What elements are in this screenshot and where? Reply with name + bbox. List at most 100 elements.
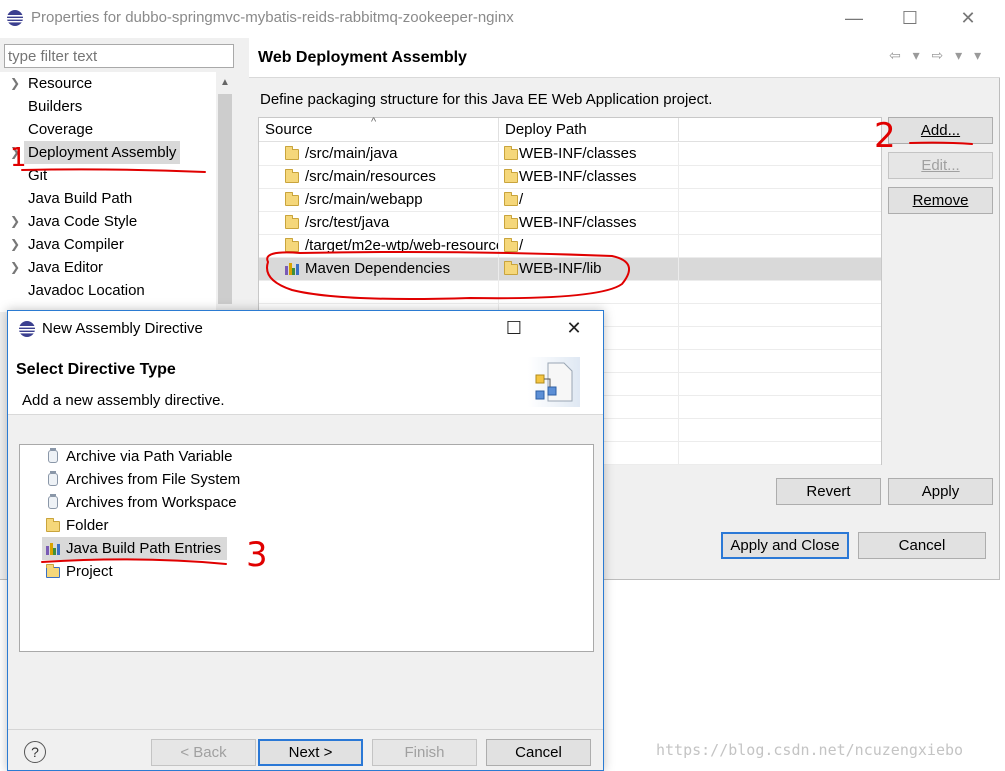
dialog-titlebar: New Assembly Directive ☐ ✕ bbox=[8, 311, 603, 347]
table-row[interactable]: /target/m2e-wtp/web-resources / bbox=[259, 235, 881, 258]
table-row[interactable]: /src/main/java WEB-INF/classes bbox=[259, 143, 881, 166]
eclipse-icon bbox=[7, 10, 23, 26]
tree-item-label: Git bbox=[28, 167, 48, 184]
apply-and-close-button[interactable]: Apply and Close bbox=[721, 532, 849, 559]
finish-button[interactable]: Finish bbox=[372, 739, 477, 766]
chevron-right-icon[interactable]: ❯ bbox=[10, 141, 20, 164]
source-path: Maven Dependencies bbox=[305, 260, 451, 277]
chevron-right-icon[interactable]: ❯ bbox=[10, 256, 20, 279]
deploy-path: WEB-INF/classes bbox=[519, 145, 637, 162]
new-assembly-directive-dialog: New Assembly Directive ☐ ✕ Select Direct… bbox=[7, 310, 604, 771]
folder-icon bbox=[46, 518, 60, 532]
filter-input[interactable] bbox=[4, 44, 234, 68]
tree-item-label: Deployment Assembly bbox=[24, 141, 181, 164]
remove-button[interactable]: Remove bbox=[888, 187, 993, 214]
tree-item[interactable]: ❯ Java Compiler bbox=[0, 233, 216, 256]
table-row[interactable]: /src/main/resources WEB-INF/classes bbox=[259, 166, 881, 189]
dialog-cancel-button[interactable]: Cancel bbox=[486, 739, 591, 766]
tree-item[interactable]: ❯ Java Editor bbox=[0, 256, 216, 279]
source-cell: /src/test/java bbox=[259, 212, 499, 235]
column-header-label: Source bbox=[265, 121, 313, 138]
chevron-right-icon[interactable]: ❯ bbox=[10, 72, 20, 95]
next-button[interactable]: Next > bbox=[258, 739, 363, 766]
tree-item-label: Java Compiler bbox=[28, 236, 124, 253]
dialog-separator bbox=[8, 729, 603, 730]
source-cell: /src/main/java bbox=[259, 143, 499, 166]
properties-titlebar: Properties for dubbo-springmvc-mybatis-r… bbox=[0, 0, 1000, 38]
table-row[interactable]: /src/test/java WEB-INF/classes bbox=[259, 212, 881, 235]
folder-icon bbox=[285, 169, 299, 183]
revert-button[interactable]: Revert bbox=[776, 478, 881, 505]
deploy-path: WEB-INF/classes bbox=[519, 168, 637, 185]
dialog-maximize-button[interactable]: ☐ bbox=[494, 316, 534, 342]
directive-type-item[interactable]: Archives from File System bbox=[42, 468, 246, 491]
directive-type-label: Archive via Path Variable bbox=[66, 448, 233, 465]
chevron-right-icon[interactable]: ❯ bbox=[10, 210, 20, 233]
minimize-button[interactable]: — bbox=[834, 6, 874, 32]
directive-type-label: Archives from Workspace bbox=[66, 494, 237, 511]
item-icon-slot bbox=[46, 471, 60, 487]
revert-button-label: Revert bbox=[806, 483, 851, 500]
edit-button[interactable]: Edit... bbox=[888, 152, 993, 179]
dialog-close-button[interactable]: ✕ bbox=[554, 316, 594, 342]
column-header-deploy-path[interactable]: Deploy Path bbox=[499, 118, 679, 142]
folder-icon bbox=[285, 215, 299, 229]
tree-item[interactable]: Git bbox=[0, 164, 216, 187]
tree-item[interactable]: Java Build Path bbox=[0, 187, 216, 210]
empty-cell bbox=[259, 281, 499, 304]
item-icon-slot bbox=[46, 542, 60, 556]
directive-type-item[interactable]: Project bbox=[42, 560, 119, 583]
chevron-right-icon[interactable]: ❯ bbox=[10, 233, 20, 256]
tree-item[interactable]: ❯ Deployment Assembly bbox=[0, 141, 216, 164]
page-description: Define packaging structure for this Java… bbox=[260, 91, 713, 108]
directive-type-item[interactable]: Archives from Workspace bbox=[42, 491, 243, 514]
tree-item-label: Java Code Style bbox=[28, 213, 138, 230]
directive-type-list: Archive via Path Variable Archives from F… bbox=[19, 444, 594, 652]
help-icon[interactable]: ? bbox=[24, 741, 46, 763]
tree-item[interactable]: Coverage bbox=[0, 118, 216, 141]
dialog-heading: Select Directive Type bbox=[16, 361, 176, 378]
source-cell: /target/m2e-wtp/web-resources bbox=[259, 235, 499, 258]
directive-type-item[interactable]: Java Build Path Entries bbox=[42, 537, 227, 560]
directive-type-label: Java Build Path Entries bbox=[66, 540, 222, 557]
directive-type-item[interactable]: Folder bbox=[42, 514, 115, 537]
empty-cell bbox=[499, 281, 679, 304]
tree-item[interactable]: Builders bbox=[0, 95, 216, 118]
next-button-label: Next > bbox=[288, 744, 333, 761]
dialog-title: New Assembly Directive bbox=[42, 320, 203, 337]
history-nav-icon[interactable]: ⇦ ▾ ⇨ ▾ ▾ bbox=[889, 47, 985, 64]
item-icon-slot bbox=[46, 518, 60, 533]
jar-icon bbox=[48, 494, 58, 509]
maximize-button[interactable]: ☐ bbox=[890, 6, 930, 32]
cancel-button[interactable]: Cancel bbox=[858, 532, 986, 559]
table-row[interactable]: /src/main/webapp / bbox=[259, 189, 881, 212]
property-page-tree: ❯ Resource Builders Coverage ❯ Deployment Ass… bbox=[0, 72, 234, 312]
eclipse-icon bbox=[19, 321, 35, 337]
tree-item[interactable]: ❯ Resource bbox=[0, 72, 216, 95]
folder-icon bbox=[504, 169, 518, 183]
tree-item[interactable]: Javadoc Location bbox=[0, 279, 216, 302]
directive-type-label: Project bbox=[66, 563, 113, 580]
deploy-path-cell: / bbox=[499, 235, 679, 258]
column-header-source[interactable]: Source ^ bbox=[259, 116, 499, 142]
directive-type-item[interactable]: Archive via Path Variable bbox=[42, 445, 238, 468]
directive-type-label: Archives from File System bbox=[66, 471, 241, 488]
tree-scrollbar[interactable]: ▲ bbox=[216, 72, 234, 312]
window-title: Properties for dubbo-springmvc-mybatis-r… bbox=[31, 9, 514, 26]
tree-item-label: Javadoc Location bbox=[28, 282, 145, 299]
empty-row bbox=[259, 281, 881, 304]
back-button-label: < Back bbox=[180, 744, 227, 761]
add-button[interactable]: Add... bbox=[888, 117, 993, 144]
deploy-path-cell: WEB-INF/classes bbox=[499, 212, 679, 235]
scroll-up-arrow-icon[interactable]: ▲ bbox=[216, 72, 234, 92]
finish-button-label: Finish bbox=[404, 744, 445, 761]
back-button[interactable]: < Back bbox=[151, 739, 256, 766]
table-row[interactable]: Maven Dependencies WEB-INF/lib bbox=[259, 258, 881, 281]
source-path: /src/main/webapp bbox=[305, 191, 423, 208]
apply-button[interactable]: Apply bbox=[888, 478, 993, 505]
tree-item[interactable]: ❯ Java Code Style bbox=[0, 210, 216, 233]
scroll-thumb[interactable] bbox=[218, 94, 232, 304]
close-button[interactable]: ✕ bbox=[948, 6, 988, 32]
deploy-path: WEB-INF/classes bbox=[519, 214, 637, 231]
page-title: Web Deployment Assembly bbox=[258, 49, 467, 66]
